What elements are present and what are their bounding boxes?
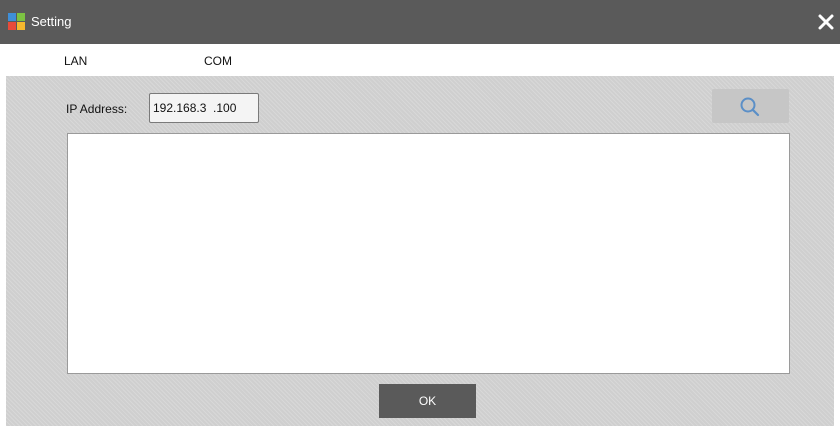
ok-button[interactable]: OK xyxy=(379,384,476,418)
tab-lan[interactable]: LAN xyxy=(64,52,87,70)
tab-com[interactable]: COM xyxy=(204,52,232,70)
device-list[interactable] xyxy=(67,133,790,374)
app-icon xyxy=(8,13,25,30)
ip-address-label: IP Address: xyxy=(66,102,128,116)
window-title: Setting xyxy=(31,14,72,29)
ip-address-field[interactable]: 192.168.3 .100 xyxy=(149,93,259,123)
title-bar[interactable]: Setting xyxy=(0,0,840,44)
settings-dialog: Setting LAN COM IP Address: 192.168.3 .1… xyxy=(0,0,840,430)
search-icon xyxy=(740,97,760,117)
close-icon[interactable] xyxy=(812,8,840,36)
lan-panel: IP Address: 192.168.3 .100 OK xyxy=(6,76,834,426)
tab-bar: LAN COM xyxy=(0,44,840,76)
search-button[interactable] xyxy=(712,89,789,123)
